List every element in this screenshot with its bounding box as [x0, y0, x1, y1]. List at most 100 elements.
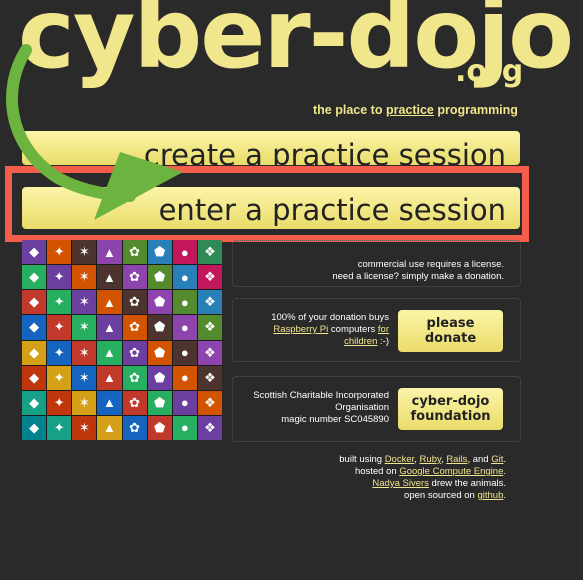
- cat-icon[interactable]: ✦: [47, 340, 72, 365]
- frog-icon[interactable]: ✶: [72, 365, 97, 390]
- zebra-icon[interactable]: ❖: [197, 390, 222, 415]
- dolphin-icon[interactable]: ✶: [72, 240, 97, 265]
- panda-icon[interactable]: ✿: [122, 290, 147, 315]
- panda-icon[interactable]: ✿: [122, 240, 147, 265]
- charity-line-1: Scottish Charitable Incorporated: [253, 390, 389, 401]
- please-donate-button[interactable]: please donate: [398, 310, 503, 352]
- eagle-icon[interactable]: ⬟: [147, 365, 172, 390]
- credits-line-2: hosted on Google Compute Engine.: [354, 466, 506, 477]
- toucan-icon[interactable]: ▲: [97, 365, 122, 390]
- rabbit-icon[interactable]: ❖: [197, 265, 222, 290]
- swan-icon[interactable]: ◆: [22, 265, 47, 290]
- donate-panel: 100% of your donation buys Raspberry Pi …: [232, 298, 521, 362]
- rails-link[interactable]: Rails: [446, 454, 467, 465]
- donate-text: 100% of your donation buys Raspberry Pi …: [271, 312, 389, 348]
- donate-line-2: Raspberry Pi computers for: [271, 324, 389, 336]
- cat-icon[interactable]: ✦: [47, 240, 72, 265]
- for-link[interactable]: for: [378, 324, 389, 335]
- rabbit-icon[interactable]: ❖: [197, 415, 222, 440]
- dolphin-icon[interactable]: ✶: [72, 340, 97, 365]
- panda-icon[interactable]: ✿: [122, 390, 147, 415]
- lion-icon[interactable]: ✦: [47, 365, 72, 390]
- rabbit-icon[interactable]: ❖: [197, 365, 222, 390]
- swan-icon[interactable]: ◆: [22, 415, 47, 440]
- arrow-head: [94, 152, 183, 220]
- penguin-icon[interactable]: ✿: [122, 365, 147, 390]
- nadya-sivers-link[interactable]: Nadya Sivers: [372, 478, 429, 489]
- bird-icon[interactable]: ●: [172, 290, 197, 315]
- dolphin-icon[interactable]: ✶: [72, 390, 97, 415]
- fox-icon[interactable]: ◆: [22, 290, 47, 315]
- credits-open-sourced: open sourced on: [404, 490, 478, 501]
- lion-icon[interactable]: ✦: [47, 315, 72, 340]
- zebra-icon[interactable]: ❖: [197, 290, 222, 315]
- owl-icon[interactable]: ▲: [97, 240, 122, 265]
- charity-text: Scottish Charitable Incorporated Organis…: [253, 390, 389, 426]
- foundation-button[interactable]: cyber-dojo foundation: [398, 388, 503, 430]
- tiger-icon[interactable]: ⬟: [147, 390, 172, 415]
- owl-icon[interactable]: ▲: [97, 390, 122, 415]
- git-link[interactable]: Git: [491, 454, 503, 465]
- whale-icon[interactable]: ●: [172, 265, 197, 290]
- panda-icon[interactable]: ✿: [122, 340, 147, 365]
- frog-icon[interactable]: ✶: [72, 415, 97, 440]
- children-link[interactable]: children: [344, 336, 377, 347]
- license-line-2: need a license? simply make a donation.: [332, 271, 504, 282]
- charity-line-2: Organisation: [335, 402, 389, 413]
- donate-line-3: children :-): [271, 336, 389, 348]
- eagle-icon[interactable]: ⬟: [147, 315, 172, 340]
- dolphin-icon[interactable]: ✶: [72, 290, 97, 315]
- tiger-icon[interactable]: ⬟: [147, 240, 172, 265]
- toucan-icon[interactable]: ▲: [97, 265, 122, 290]
- donate-line-1: 100% of your donation buys: [271, 312, 389, 323]
- penguin-icon[interactable]: ✿: [122, 265, 147, 290]
- ruby-link[interactable]: Ruby: [420, 454, 441, 465]
- license-text: commercial use requires a license. need …: [332, 259, 504, 283]
- lion-icon[interactable]: ✦: [47, 265, 72, 290]
- docker-link[interactable]: Docker: [385, 454, 415, 465]
- whale-icon[interactable]: ●: [172, 315, 197, 340]
- credits-built-using: built using: [339, 454, 385, 465]
- lion-icon[interactable]: ✦: [47, 415, 72, 440]
- eagle-icon[interactable]: ⬟: [147, 415, 172, 440]
- credits-line-1: built using Docker, Ruby, Rails, and Git…: [339, 454, 506, 465]
- charity-panel: Scottish Charitable Incorporated Organis…: [232, 376, 521, 442]
- tiger-icon[interactable]: ⬟: [147, 340, 172, 365]
- toucan-icon[interactable]: ▲: [97, 315, 122, 340]
- fox-icon[interactable]: ◆: [22, 390, 47, 415]
- bird-icon[interactable]: ●: [172, 240, 197, 265]
- credits-and: and: [472, 454, 489, 465]
- frog-icon[interactable]: ✶: [72, 265, 97, 290]
- bird-icon[interactable]: ●: [172, 340, 197, 365]
- tiger-icon[interactable]: ⬟: [147, 290, 172, 315]
- frog-icon[interactable]: ✶: [72, 315, 97, 340]
- fox-icon[interactable]: ◆: [22, 240, 47, 265]
- whale-icon[interactable]: ●: [172, 365, 197, 390]
- github-link[interactable]: github: [477, 490, 503, 501]
- rabbit-icon[interactable]: ❖: [197, 315, 222, 340]
- license-panel: commercial use requires a license. need …: [232, 240, 521, 287]
- eagle-icon[interactable]: ⬟: [147, 265, 172, 290]
- swan-icon[interactable]: ◆: [22, 315, 47, 340]
- whale-icon[interactable]: ●: [172, 415, 197, 440]
- google-compute-engine-link[interactable]: Google Compute Engine: [399, 466, 503, 477]
- cat-icon[interactable]: ✦: [47, 290, 72, 315]
- credits: built using Docker, Ruby, Rails, and Git…: [339, 454, 506, 502]
- cat-icon[interactable]: ✦: [47, 390, 72, 415]
- zebra-icon[interactable]: ❖: [197, 240, 222, 265]
- owl-icon[interactable]: ▲: [97, 340, 122, 365]
- penguin-icon[interactable]: ✿: [122, 315, 147, 340]
- bird-icon[interactable]: ●: [172, 390, 197, 415]
- zebra-icon[interactable]: ❖: [197, 340, 222, 365]
- penguin-icon[interactable]: ✿: [122, 415, 147, 440]
- owl-icon[interactable]: ▲: [97, 290, 122, 315]
- donate-line-3-end: :-): [377, 336, 389, 347]
- credits-line-4: open sourced on github.: [404, 490, 506, 501]
- credits-line-3: Nadya Sivers drew the animals.: [339, 478, 506, 490]
- raspberry-pi-link[interactable]: Raspberry Pi: [273, 324, 328, 335]
- swan-icon[interactable]: ◆: [22, 365, 47, 390]
- toucan-icon[interactable]: ▲: [97, 415, 122, 440]
- fox-icon[interactable]: ◆: [22, 340, 47, 365]
- license-line-1: commercial use requires a license.: [357, 259, 504, 270]
- credits-drew: drew the animals.: [428, 478, 506, 489]
